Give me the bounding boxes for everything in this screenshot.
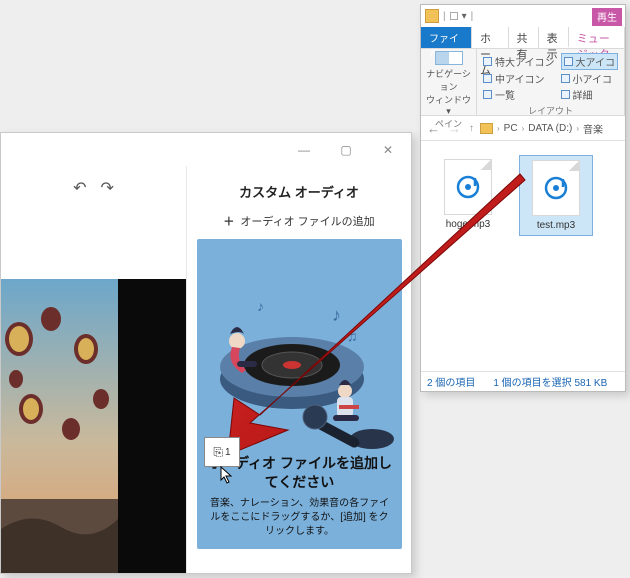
svg-text:♪: ♪ — [332, 305, 341, 325]
tab-view[interactable]: 表示 — [539, 27, 569, 48]
panel-title: カスタム オーディオ — [197, 172, 401, 213]
view-xl-icons[interactable]: 特大アイコン — [483, 53, 555, 70]
file-item[interactable]: test.mp3 — [519, 155, 593, 236]
tab-share[interactable]: 共有 — [509, 27, 539, 48]
file-name: test.mp3 — [537, 220, 575, 231]
up-button[interactable]: ↑ — [467, 123, 476, 134]
maximize-button[interactable]: ▢ — [326, 136, 366, 164]
selection-status: 1 個の項目を選択 581 KB — [493, 374, 607, 389]
audio-file-icon — [444, 159, 492, 215]
nav-pane-button[interactable]: ナビゲーション ウィンドウ▾ — [425, 51, 472, 117]
close-button[interactable]: ✕ — [368, 136, 408, 164]
audio-drop-zone[interactable]: ♪ ♫ ♪ — [197, 239, 402, 549]
explorer-window: | ▾ | 再生 ファイル ホーム 共有 表示 ミュージック ナビゲーション ウ… — [420, 4, 626, 392]
video-preview — [1, 279, 186, 573]
redo-button[interactable]: ↷ — [101, 178, 114, 198]
undo-button[interactable]: ↶ — [73, 178, 86, 198]
view-list[interactable]: 一覧 — [483, 87, 555, 102]
ribbon-tabs: ファイル ホーム 共有 表示 ミュージック — [421, 27, 625, 48]
tab-file[interactable]: ファイル — [421, 27, 472, 48]
file-name: hoge.mp3 — [446, 219, 490, 230]
forward-button[interactable]: → — [446, 121, 463, 136]
drop-illustration: ♪ ♫ ♪ — [197, 249, 402, 459]
svg-text:♫: ♫ — [347, 328, 358, 344]
back-button[interactable]: ← — [425, 121, 442, 136]
file-item[interactable]: hoge.mp3 — [431, 155, 505, 236]
cursor-icon — [220, 466, 236, 487]
play-tab[interactable]: 再生 — [592, 8, 622, 26]
view-details[interactable]: 詳細 — [561, 87, 619, 102]
add-audio-button[interactable]: ＋オーディオ ファイルの追加 — [197, 213, 401, 239]
item-count: 2 個の項目 — [427, 374, 475, 389]
tab-music[interactable]: ミュージック — [569, 27, 625, 48]
svg-text:♪: ♪ — [257, 298, 264, 314]
folder-icon — [480, 123, 493, 134]
minimize-button[interactable]: — — [284, 136, 324, 164]
drop-description: 音楽、ナレーション、効果音の各ファイルをここにドラッグするか、[追加] をクリッ… — [207, 497, 392, 539]
tab-home[interactable]: ホーム — [472, 27, 509, 48]
view-sm-icons[interactable]: 小アイコ — [561, 71, 619, 86]
folder-icon — [425, 9, 439, 23]
audio-file-icon — [532, 160, 580, 216]
address-bar[interactable]: ← → ↑ ›PC ›DATA (D:) ›音楽 — [421, 116, 625, 141]
view-md-icons[interactable]: 中アイコン — [483, 71, 555, 86]
drag-ghost: ⎘1 — [204, 437, 240, 467]
view-large-icons[interactable]: 大アイコ — [561, 53, 619, 70]
